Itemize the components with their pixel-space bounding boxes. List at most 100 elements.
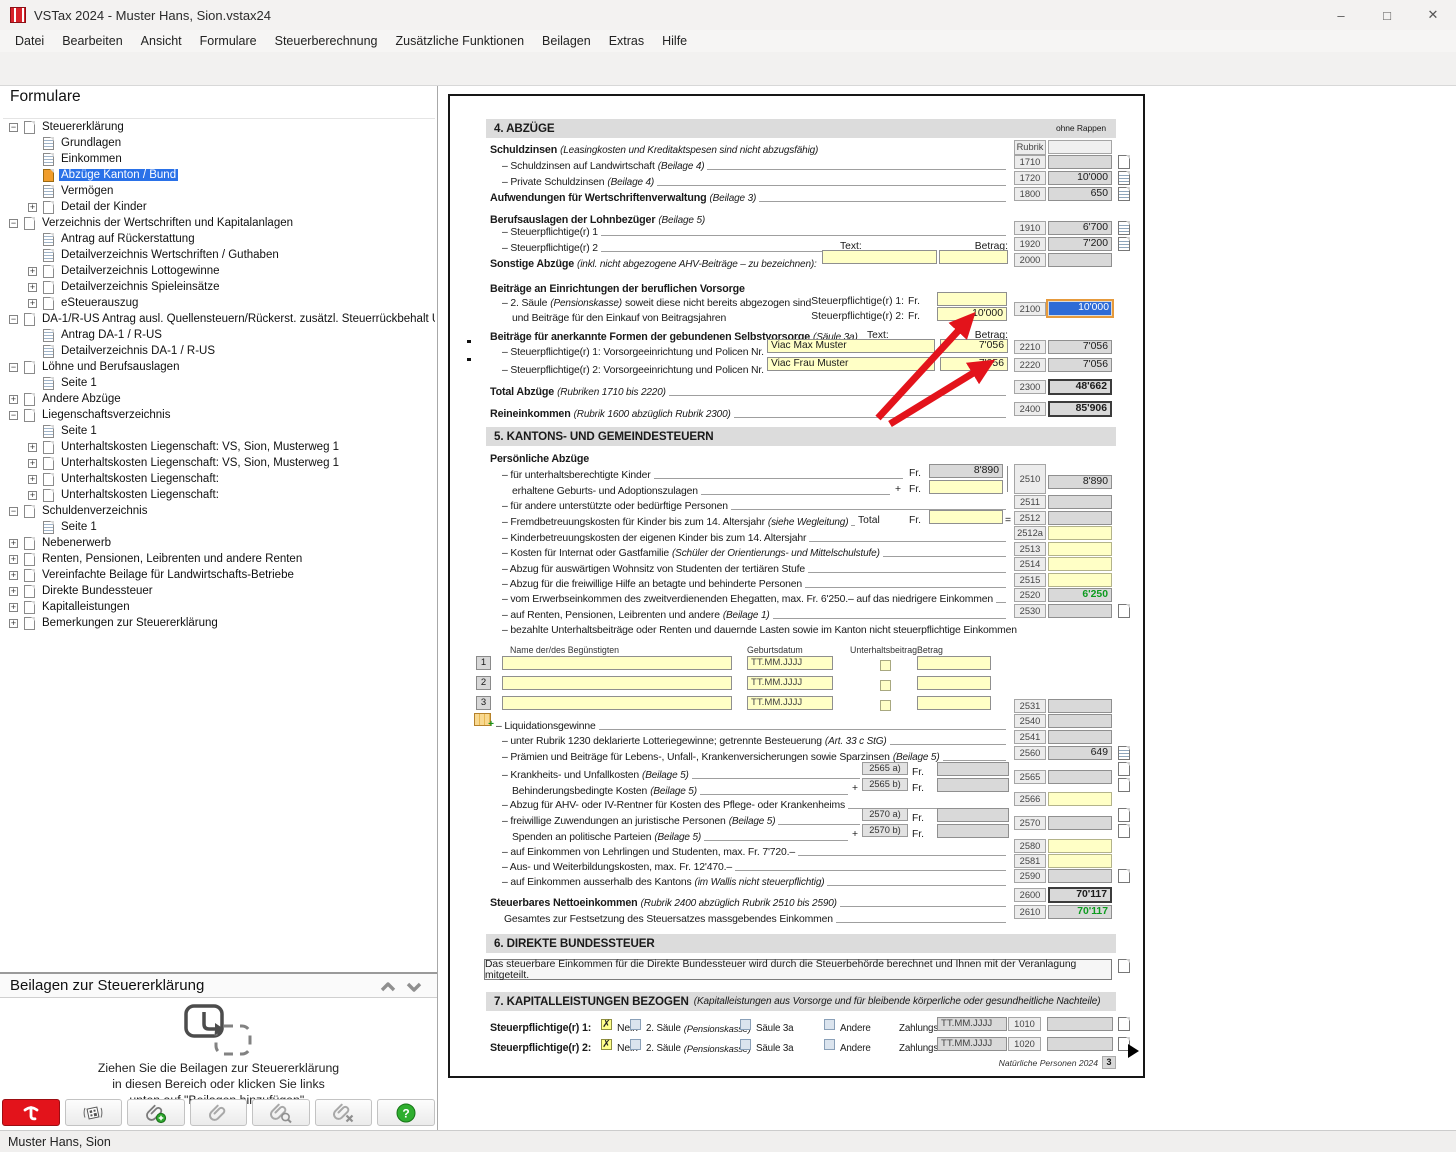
expand-icon[interactable]: + bbox=[28, 443, 37, 452]
field-2100-selected[interactable]: 10'000 bbox=[1046, 299, 1114, 318]
tree-item-8[interactable]: Detailverzeichnis Wertschriften / Guthab… bbox=[3, 247, 435, 263]
tree-item-13[interactable]: Antrag DA-1 / R-US bbox=[3, 327, 435, 343]
beneficiary-betrag-input[interactable] bbox=[917, 676, 991, 690]
tree-item-25[interactable]: Seite 1 bbox=[3, 519, 435, 535]
tree-item-28[interactable]: +Vereinfachte Beilage für Landwirtschaft… bbox=[3, 567, 435, 583]
next-page-arrow-icon[interactable] bbox=[1128, 1044, 1139, 1058]
attachment-page-icon[interactable] bbox=[1118, 187, 1130, 201]
attachment-page-icon[interactable] bbox=[1118, 221, 1130, 235]
collapse-icon[interactable]: − bbox=[9, 411, 18, 420]
beneficiary-betrag-input[interactable] bbox=[917, 656, 991, 670]
expand-icon[interactable]: + bbox=[9, 571, 18, 580]
beneficiary-date-input[interactable]: TT.MM.JJJJ bbox=[747, 656, 833, 670]
unterhaltsbeitrag-checkbox[interactable] bbox=[880, 660, 891, 671]
expand-icon[interactable]: + bbox=[9, 619, 18, 628]
menu-steuerberechnung[interactable]: Steuerberechnung bbox=[266, 32, 387, 50]
unterhaltsbeitrag-checkbox[interactable] bbox=[880, 700, 891, 711]
beneficiary-betrag-input[interactable] bbox=[917, 696, 991, 710]
field-2515[interactable] bbox=[1048, 573, 1112, 587]
attachment-page-icon[interactable] bbox=[1118, 604, 1130, 618]
close-button[interactable]: ✕ bbox=[1410, 0, 1456, 30]
attachments-dropzone[interactable]: Ziehen Sie die Beilagen zur Steuererklär… bbox=[0, 998, 437, 1098]
collapse-icon[interactable]: − bbox=[9, 363, 18, 372]
tree-item-4[interactable]: Vermögen bbox=[3, 183, 435, 199]
sonstige-betrag-input[interactable] bbox=[939, 250, 1008, 264]
tree-item-29[interactable]: +Direkte Bundessteuer bbox=[3, 583, 435, 599]
tree-item-2[interactable]: Einkommen bbox=[3, 151, 435, 167]
saeule3a-sp2-text-input[interactable]: Viac Frau Muster bbox=[767, 357, 935, 371]
tree-item-11[interactable]: +eSteuerauszug bbox=[3, 295, 435, 311]
menu-beilagen[interactable]: Beilagen bbox=[533, 32, 600, 50]
attachment-page-icon[interactable] bbox=[1118, 824, 1130, 838]
tree-item-21[interactable]: +Unterhaltskosten Liegenschaft: VS, Sion… bbox=[3, 455, 435, 471]
sp1-saeule3a-checkbox[interactable] bbox=[740, 1019, 751, 1030]
expand-icon[interactable]: + bbox=[28, 475, 37, 484]
bv-sp2-input[interactable]: 10'000 bbox=[937, 307, 1007, 321]
liquidation-table-icon[interactable]: + bbox=[474, 713, 491, 726]
expand-icon[interactable]: + bbox=[28, 203, 37, 212]
menu-datei[interactable]: Datei bbox=[6, 32, 53, 50]
field-2566[interactable] bbox=[1048, 792, 1112, 806]
tree-item-17[interactable]: +Andere Abzüge bbox=[3, 391, 435, 407]
attachment-page-icon[interactable] bbox=[1118, 762, 1130, 776]
add-attachment-button[interactable] bbox=[127, 1099, 185, 1126]
tree-item-6[interactable]: −Verzeichnis der Wertschriften und Kapit… bbox=[3, 215, 435, 231]
panel-down-icon[interactable] bbox=[403, 977, 425, 997]
tree-item-15[interactable]: −Löhne und Berufsauslagen bbox=[3, 359, 435, 375]
attachment-page-icon[interactable] bbox=[1118, 155, 1130, 169]
expand-icon[interactable]: + bbox=[28, 299, 37, 308]
saeule3a-sp1-text-input[interactable]: Viac Max Muster bbox=[767, 339, 935, 353]
attachment-page-icon[interactable] bbox=[1118, 1017, 1130, 1031]
tree-item-27[interactable]: +Renten, Pensionen, Leibrenten und ander… bbox=[3, 551, 435, 567]
menu-formulare[interactable]: Formulare bbox=[191, 32, 266, 50]
beneficiary-date-input[interactable]: TT.MM.JJJJ bbox=[747, 676, 833, 690]
tree-item-12[interactable]: −DA-1/R-US Antrag ausl. Quellensteuern/R… bbox=[3, 311, 435, 327]
sp1-andere-checkbox[interactable] bbox=[824, 1019, 835, 1030]
menu-ansicht[interactable]: Ansicht bbox=[132, 32, 191, 50]
menu-bearbeiten[interactable]: Bearbeiten bbox=[53, 32, 131, 50]
tree-item-23[interactable]: +Unterhaltskosten Liegenschaft: bbox=[3, 487, 435, 503]
tree-item-7[interactable]: Antrag auf Rückerstattung bbox=[3, 231, 435, 247]
tree-item-18[interactable]: −Liegenschaftsverzeichnis bbox=[3, 407, 435, 423]
qr-scan-button[interactable] bbox=[65, 1099, 123, 1126]
vstax-attach-button[interactable] bbox=[2, 1099, 60, 1126]
tree-item-10[interactable]: +Detailverzeichnis Spieleinsätze bbox=[3, 279, 435, 295]
sonstige-text-input[interactable] bbox=[822, 250, 937, 264]
field-2581[interactable] bbox=[1048, 854, 1112, 868]
attachment-page-icon[interactable] bbox=[1118, 746, 1130, 760]
remove-attachment-button[interactable] bbox=[315, 1099, 373, 1126]
tree-item-0[interactable]: −Steuererklärung bbox=[3, 119, 435, 135]
sp2-saeule3a-checkbox[interactable] bbox=[740, 1039, 751, 1050]
tree-item-24[interactable]: −Schuldenverzeichnis bbox=[3, 503, 435, 519]
attachment-page-icon[interactable] bbox=[1118, 171, 1130, 185]
tree-item-20[interactable]: +Unterhaltskosten Liegenschaft: VS, Sion… bbox=[3, 439, 435, 455]
tree-item-5[interactable]: +Detail der Kinder bbox=[3, 199, 435, 215]
field-2512a[interactable] bbox=[1048, 526, 1112, 540]
attachment-page-icon[interactable] bbox=[1118, 959, 1130, 973]
tree-item-19[interactable]: Seite 1 bbox=[3, 423, 435, 439]
tree-item-31[interactable]: +Bemerkungen zur Steuererklärung bbox=[3, 615, 435, 631]
fremdbetreuung-input[interactable] bbox=[929, 510, 1003, 524]
sp1-zahlungsdatum-input[interactable]: TT.MM.JJJJ bbox=[937, 1017, 1007, 1031]
tree-item-1[interactable]: Grundlagen bbox=[3, 135, 435, 151]
maximize-button[interactable]: □ bbox=[1364, 0, 1410, 30]
tree-item-14[interactable]: Detailverzeichnis DA-1 / R-US bbox=[3, 343, 435, 359]
beneficiary-name-input[interactable] bbox=[502, 656, 732, 670]
expand-icon[interactable]: + bbox=[28, 459, 37, 468]
expand-icon[interactable]: + bbox=[9, 603, 18, 612]
collapse-icon[interactable]: − bbox=[9, 123, 18, 132]
panel-up-icon[interactable] bbox=[377, 977, 399, 997]
menu-extras[interactable]: Extras bbox=[600, 32, 653, 50]
collapse-icon[interactable]: − bbox=[9, 219, 18, 228]
expand-icon[interactable]: + bbox=[9, 555, 18, 564]
field-2513[interactable] bbox=[1048, 542, 1112, 556]
open-attachment-button[interactable] bbox=[190, 1099, 248, 1126]
beneficiary-name-input[interactable] bbox=[502, 696, 732, 710]
saeule3a-sp1-betrag-input[interactable]: 7'056 bbox=[940, 339, 1008, 353]
beneficiary-date-input[interactable]: TT.MM.JJJJ bbox=[747, 696, 833, 710]
sp1-saeule2-checkbox[interactable] bbox=[630, 1019, 641, 1030]
field-2514[interactable] bbox=[1048, 557, 1112, 571]
beneficiary-name-input[interactable] bbox=[502, 676, 732, 690]
bv-sp1-input[interactable] bbox=[937, 292, 1007, 306]
menu-hilfe[interactable]: Hilfe bbox=[653, 32, 696, 50]
